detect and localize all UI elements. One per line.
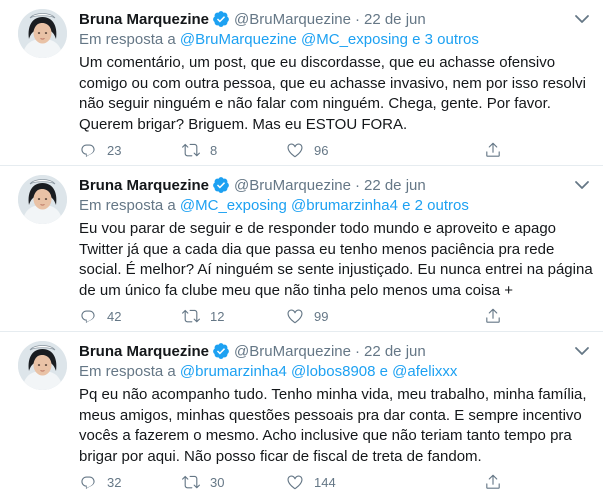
tweet[interactable]: Bruna Marquezine @BruMarquezine · 22 de … — [0, 166, 603, 332]
share-button[interactable] — [484, 141, 512, 159]
retweet-count: 30 — [210, 474, 225, 490]
reply-icon — [79, 473, 97, 491]
tweet-header: Bruna Marquezine @BruMarquezine · 22 de … — [79, 8, 593, 30]
tweet-text: Pq eu não acompanho tudo. Tenho minha vi… — [79, 386, 587, 465]
author-handle[interactable]: @BruMarquezine — [234, 177, 351, 194]
tweet-header: Bruna Marquezine @BruMarquezine · 22 de … — [79, 174, 593, 196]
like-count: 96 — [314, 142, 329, 158]
reply-prefix: Em resposta a — [79, 363, 176, 380]
verified-badge-icon — [212, 10, 230, 28]
author-handle[interactable]: @BruMarquezine — [234, 11, 351, 28]
tweet-date[interactable]: 22 de jun — [364, 11, 426, 28]
retweet-button[interactable]: 8 — [182, 141, 217, 159]
heart-icon — [286, 473, 304, 491]
tweet-actions: 42 12 99 — [79, 307, 519, 327]
retweet-icon — [182, 473, 200, 491]
avatar[interactable] — [18, 9, 67, 58]
reply-prefix: Em resposta a — [79, 197, 176, 214]
chevron-down-icon[interactable] — [573, 178, 591, 192]
verified-badge-icon — [212, 176, 230, 194]
separator-dot: · — [354, 176, 360, 194]
avatar[interactable] — [18, 175, 67, 224]
reply-context: Em resposta a @BruMarquezine @MC_exposin… — [79, 31, 593, 52]
reply-count: 42 — [107, 308, 122, 324]
reply-count: 32 — [107, 474, 122, 490]
reply-button[interactable]: 23 — [79, 141, 121, 159]
author-handle[interactable]: @BruMarquezine — [234, 343, 351, 360]
tweet-content: Bruna Marquezine @BruMarquezine · 22 de … — [79, 340, 593, 490]
like-button[interactable]: 99 — [286, 307, 328, 325]
tweet-date[interactable]: 22 de jun — [364, 343, 426, 360]
chevron-down-icon[interactable] — [573, 12, 591, 26]
retweet-button[interactable]: 30 — [182, 473, 224, 491]
tweet[interactable]: Bruna Marquezine @BruMarquezine · 22 de … — [0, 0, 603, 166]
retweet-count: 12 — [210, 308, 225, 324]
retweet-icon — [182, 141, 200, 159]
mention-link[interactable]: @lobos8908 — [291, 363, 375, 380]
mention-link[interactable]: @BruMarquezine — [180, 31, 297, 48]
author-name[interactable]: Bruna Marquezine — [79, 11, 209, 28]
mention-link[interactable]: @MC_exposing — [180, 197, 287, 214]
author-name[interactable]: Bruna Marquezine — [79, 177, 209, 194]
heart-icon — [286, 141, 304, 159]
tweet-date[interactable]: 22 de jun — [364, 177, 426, 194]
others-link[interactable]: @afelixxx — [392, 363, 457, 380]
tweet-thread: Bruna Marquezine @BruMarquezine · 22 de … — [0, 0, 603, 498]
like-count: 144 — [314, 474, 336, 490]
share-icon — [484, 141, 502, 159]
others-link[interactable]: 2 outros — [415, 197, 469, 214]
reply-button[interactable]: 32 — [79, 473, 121, 491]
chevron-down-icon[interactable] — [573, 344, 591, 358]
share-icon — [484, 307, 502, 325]
reply-count: 23 — [107, 142, 122, 158]
tweet-content: Bruna Marquezine @BruMarquezine · 22 de … — [79, 174, 593, 324]
mention-link[interactable]: @brumarzinha4 — [180, 363, 287, 380]
separator-dot: · — [354, 342, 360, 360]
share-icon — [484, 473, 502, 491]
tweet-actions: 32 30 144 — [79, 473, 519, 493]
like-button[interactable]: 96 — [286, 141, 328, 159]
reply-icon — [79, 307, 97, 325]
like-count: 99 — [314, 308, 329, 324]
mention-conjunction: e — [412, 31, 421, 48]
heart-icon — [286, 307, 304, 325]
reply-prefix: Em resposta a — [79, 31, 176, 48]
retweet-icon — [182, 307, 200, 325]
reply-button[interactable]: 42 — [79, 307, 121, 325]
tweet-text: Eu vou parar de seguir e de responder to… — [79, 220, 593, 299]
tweet-header: Bruna Marquezine @BruMarquezine · 22 de … — [79, 340, 593, 362]
reply-context: Em resposta a @brumarzinha4 @lobos8908 e… — [79, 363, 593, 384]
reply-icon — [79, 141, 97, 159]
retweet-count: 8 — [210, 142, 218, 158]
mention-conjunction: e — [402, 197, 411, 214]
like-button[interactable]: 144 — [286, 473, 336, 491]
others-link[interactable]: 3 outros — [425, 31, 479, 48]
mention-conjunction: e — [379, 363, 388, 380]
retweet-button[interactable]: 12 — [182, 307, 224, 325]
share-button[interactable] — [484, 473, 512, 491]
verified-badge-icon — [212, 342, 230, 360]
mention-link[interactable]: @MC_exposing — [301, 31, 408, 48]
reply-context: Em resposta a @MC_exposing @brumarzinha4… — [79, 197, 593, 218]
avatar[interactable] — [18, 341, 67, 390]
tweet-content: Bruna Marquezine @BruMarquezine · 22 de … — [79, 8, 593, 158]
author-name[interactable]: Bruna Marquezine — [79, 343, 209, 360]
tweet-text: Um comentário, um post, que eu discordas… — [79, 54, 586, 133]
share-button[interactable] — [484, 307, 512, 325]
separator-dot: · — [354, 10, 360, 28]
mention-link[interactable]: @brumarzinha4 — [291, 197, 398, 214]
tweet[interactable]: Bruna Marquezine @BruMarquezine · 22 de … — [0, 332, 603, 498]
tweet-actions: 23 8 96 — [79, 141, 519, 161]
